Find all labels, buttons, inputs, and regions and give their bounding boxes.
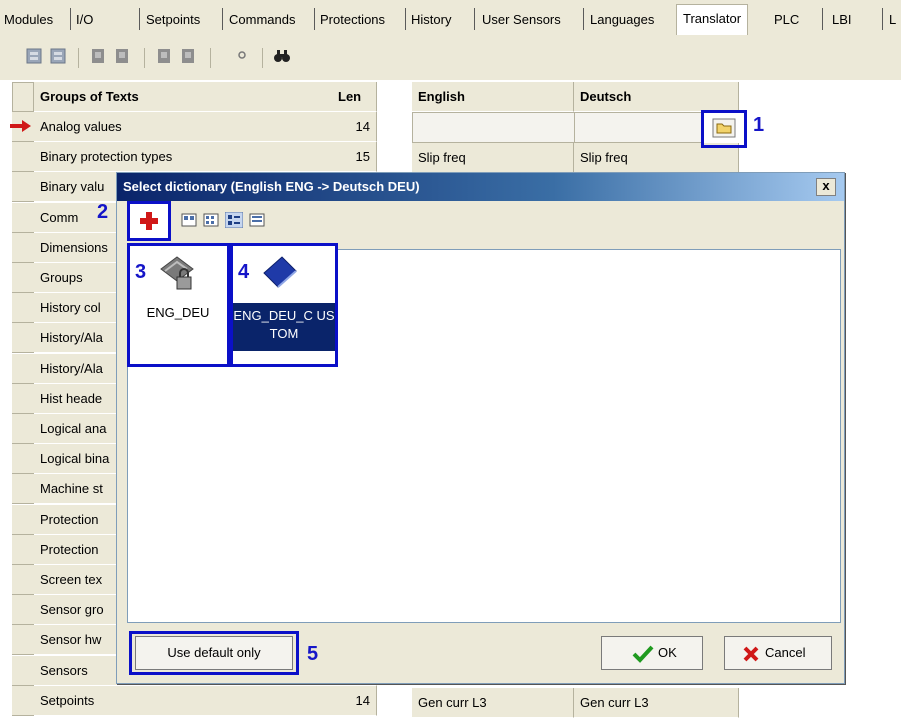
tab-io[interactable]: I/O: [76, 8, 93, 32]
table-row-deutsch[interactable]: Gen curr L3: [574, 688, 739, 718]
callout-number-2: 2: [97, 201, 109, 223]
list-view-icon[interactable]: [225, 212, 243, 228]
cancel-x-icon: [743, 646, 759, 662]
cancel-button[interactable]: Cancel: [724, 636, 832, 670]
row-header[interactable]: [12, 172, 35, 203]
deutsch-edit-cell[interactable]: [574, 112, 702, 143]
copy-icon[interactable]: [88, 46, 108, 66]
checkmark-icon: [632, 645, 654, 663]
details-view-icon[interactable]: [249, 213, 265, 227]
tab-l[interactable]: L: [889, 8, 896, 32]
ok-label: OK: [658, 645, 677, 660]
large-icons-view-icon[interactable]: [181, 213, 197, 227]
toolbar: [0, 38, 901, 80]
current-row-arrow-icon: [10, 120, 31, 132]
dialog-title: Select dictionary (English ENG -> Deutsc…: [117, 173, 844, 201]
callout-number-4: 4: [238, 261, 250, 283]
dictionary-item-label-selected: ENG_DEU_C USTOM: [233, 303, 335, 351]
tab-languages[interactable]: Languages: [590, 8, 654, 32]
table-row-english[interactable]: Slip freq: [412, 143, 574, 173]
row-header[interactable]: [12, 202, 35, 233]
find-binoculars-icon[interactable]: [272, 46, 292, 66]
row-header[interactable]: [12, 474, 35, 505]
export-icon[interactable]: [48, 46, 68, 66]
tab-translator[interactable]: Translator: [676, 4, 749, 35]
row-header[interactable]: [12, 293, 35, 324]
ok-button[interactable]: OK: [601, 636, 703, 670]
row-header[interactable]: [12, 323, 35, 354]
small-icons-view-icon[interactable]: [203, 213, 219, 227]
groups-header[interactable]: Groups of Texts: [34, 82, 333, 112]
close-icon[interactable]: x: [816, 178, 836, 196]
cancel-label: Cancel: [765, 645, 806, 660]
dialog-title-text: Select dictionary (English ENG -> Deutsc…: [123, 179, 420, 194]
tab-bar: Modules I/O Setpoints Commands Protectio…: [0, 0, 901, 39]
paste-all-icon[interactable]: [178, 46, 198, 66]
row-header[interactable]: [12, 263, 35, 293]
tab-lbi[interactable]: LBI: [832, 8, 852, 32]
add-dictionary-icon[interactable]: [137, 209, 161, 233]
table-row[interactable]: Binary protection types: [34, 142, 333, 173]
tab-protections[interactable]: Protections: [320, 8, 385, 32]
row-header[interactable]: [12, 353, 35, 384]
tab-setpoints[interactable]: Setpoints: [146, 8, 200, 32]
dictionary-item-label: ENG_DEU: [146, 305, 210, 320]
select-dictionary-dialog: Select dictionary (English ENG -> Deutsc…: [97, 172, 845, 684]
dictionary-book-icon: [263, 256, 297, 288]
english-header[interactable]: English: [412, 82, 574, 112]
row-header[interactable]: [12, 383, 35, 414]
row-header[interactable]: [12, 232, 35, 263]
tab-history[interactable]: History: [411, 8, 451, 32]
deutsch-header[interactable]: Deutsch: [574, 82, 739, 112]
callout-number-3: 3: [135, 261, 147, 283]
tab-commands[interactable]: Commands: [229, 8, 295, 32]
callout-number-1: 1: [753, 114, 765, 136]
open-folder-icon[interactable]: [712, 118, 736, 138]
table-row[interactable]: Setpoints: [34, 685, 333, 716]
row-header[interactable]: [10, 112, 35, 142]
row-header[interactable]: [12, 625, 35, 656]
row-header[interactable]: [12, 565, 35, 595]
english-edit-cell[interactable]: [412, 112, 575, 143]
locked-dictionary-icon: [160, 256, 194, 290]
row-header[interactable]: [12, 444, 35, 475]
callout-number-5: 5: [307, 643, 319, 665]
corner-cell: [12, 82, 34, 112]
len-header[interactable]: Len: [332, 82, 377, 112]
circle-icon[interactable]: [232, 46, 252, 66]
row-header[interactable]: [12, 142, 35, 173]
row-header[interactable]: [12, 534, 35, 565]
copy-all-icon[interactable]: [154, 46, 174, 66]
import-icon[interactable]: [24, 46, 44, 66]
table-row-english[interactable]: Gen curr L3: [412, 688, 574, 718]
table-row-len: 14: [332, 685, 377, 716]
row-header[interactable]: [12, 504, 35, 535]
table-row-len: 14: [332, 112, 377, 142]
tab-user-sensors[interactable]: User Sensors: [482, 8, 561, 32]
row-header[interactable]: [12, 685, 35, 716]
row-header[interactable]: [12, 414, 35, 444]
paste-icon[interactable]: [112, 46, 132, 66]
table-row-len: 15: [332, 142, 377, 173]
tab-plc[interactable]: PLC: [774, 8, 799, 32]
tab-modules[interactable]: Modules: [4, 8, 53, 32]
table-row[interactable]: Analog values: [34, 112, 333, 142]
row-header[interactable]: [12, 655, 35, 686]
row-header[interactable]: [12, 595, 35, 626]
use-default-only-button[interactable]: Use default only: [135, 636, 293, 670]
